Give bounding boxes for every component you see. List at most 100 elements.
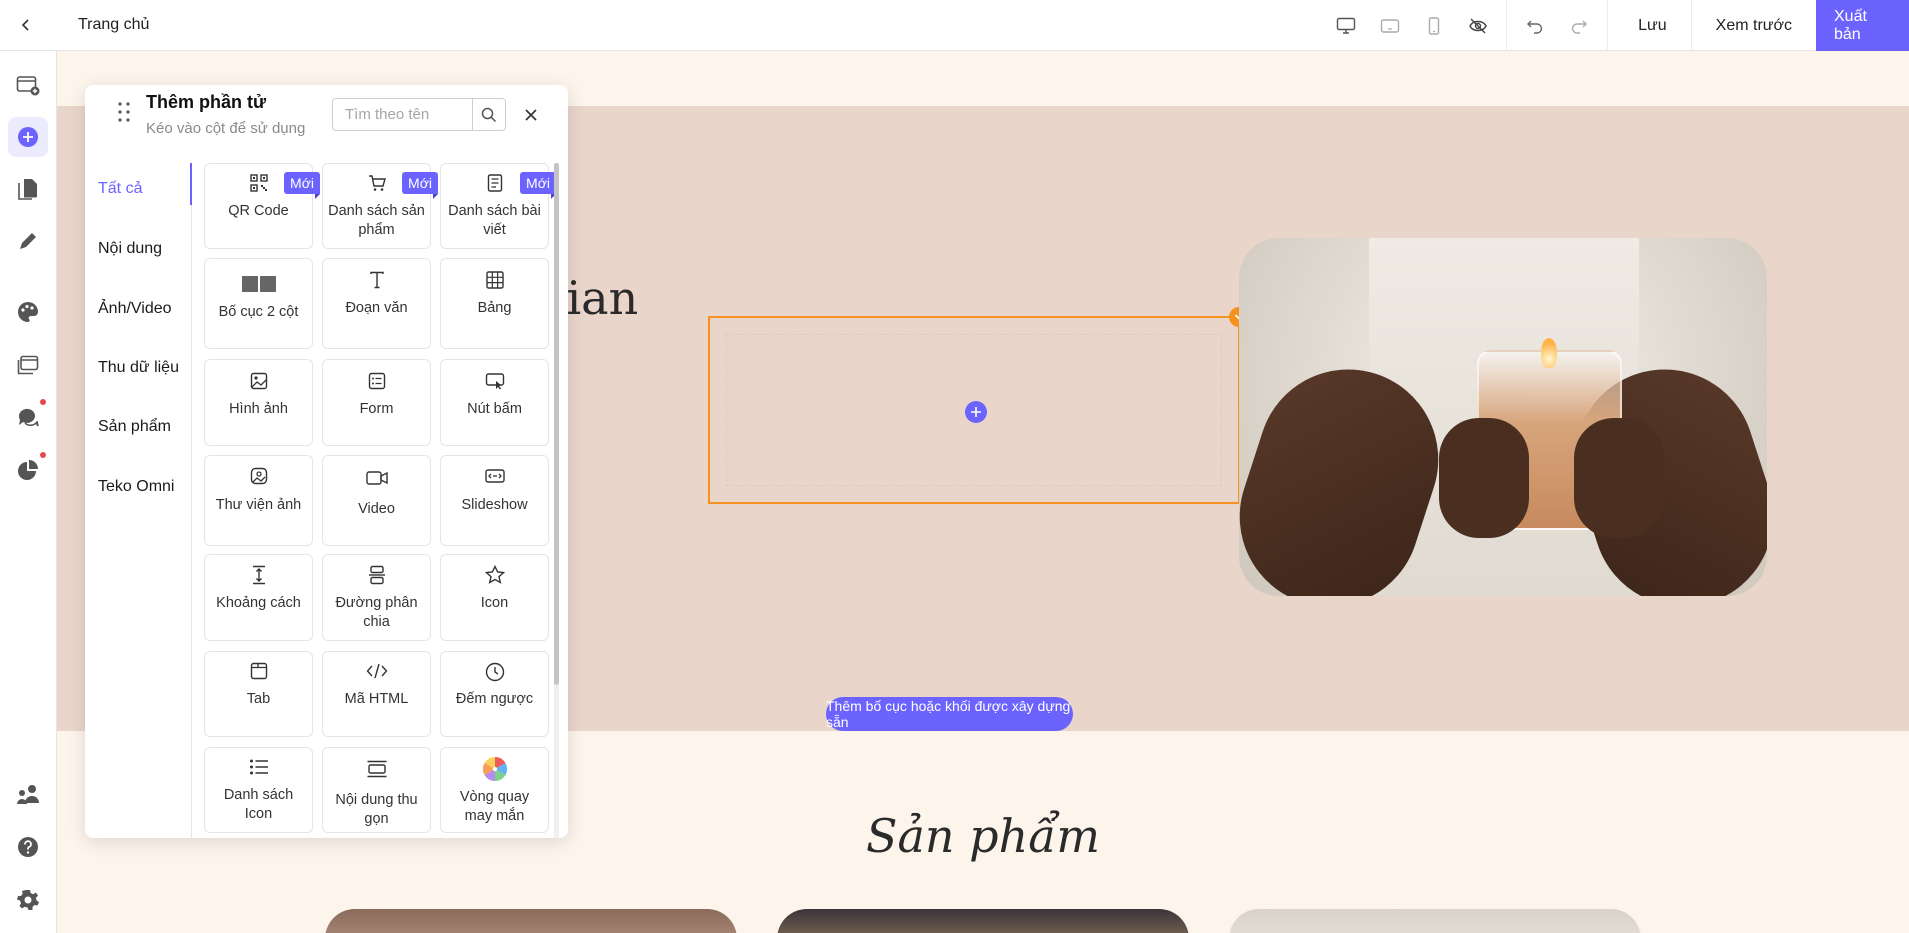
scrollbar-thumb[interactable] — [554, 163, 559, 685]
selected-column[interactable] — [708, 307, 1249, 504]
lucky-wheel-icon — [441, 756, 548, 782]
close-icon — [525, 109, 537, 121]
panel-subtitle: Kéo vào cột để sử dụng — [146, 120, 306, 137]
page-name: Trang chủ — [78, 16, 150, 33]
tab-icon — [205, 662, 312, 680]
new-badge: Mới — [520, 172, 556, 199]
element-label: Danh sách sản phẩm — [328, 203, 425, 238]
element-paragraph[interactable]: Đoạn văn — [322, 258, 431, 349]
element-tab[interactable]: Tab — [204, 651, 313, 737]
element-label: Khoảng cách — [216, 595, 301, 611]
chat-icon — [18, 408, 39, 427]
chat-button[interactable] — [8, 397, 48, 437]
element-label: Thư viện ảnh — [215, 497, 302, 513]
element-divider[interactable]: Đường phân chia — [322, 554, 431, 641]
element-icon[interactable]: Icon — [440, 554, 549, 641]
element-label: Nút bấm — [467, 401, 522, 417]
element-search-input[interactable] — [332, 98, 472, 131]
element-countdown[interactable]: Đếm ngược — [440, 651, 549, 737]
candle-photo[interactable] — [1239, 238, 1767, 596]
element-label: Đường phân chia — [335, 595, 418, 630]
pages-icon — [18, 179, 37, 200]
hide-button[interactable] — [1456, 0, 1500, 51]
category-media[interactable]: Ảnh/Video — [98, 300, 172, 318]
category-products[interactable]: Sản phẩm — [98, 418, 171, 436]
members-button[interactable] — [8, 774, 48, 814]
publish-button[interactable]: Xuất bản — [1816, 0, 1909, 51]
add-element-button[interactable] — [8, 117, 48, 157]
theme-button[interactable] — [8, 292, 48, 332]
spacer-icon — [205, 565, 312, 585]
element-table[interactable]: Bảng — [440, 258, 549, 349]
product-card[interactable] — [777, 909, 1189, 933]
element-grid-scrollbar[interactable] — [554, 163, 559, 838]
element-label: Hình ảnh — [229, 401, 288, 417]
analytics-button[interactable] — [8, 450, 48, 490]
element-gallery[interactable]: Thư viện ảnh — [204, 455, 313, 546]
notification-dot — [40, 399, 46, 405]
search-button[interactable] — [472, 98, 506, 131]
add-section-button[interactable] — [8, 65, 48, 105]
help-icon — [18, 837, 38, 857]
plus-circle-icon — [18, 127, 38, 147]
add-prebuilt-block-button[interactable]: Thêm bố cục hoặc khối được xây dựng sẵn — [826, 697, 1073, 731]
element-label: Danh sách bài viết — [448, 203, 541, 238]
category-content[interactable]: Nội dung — [98, 240, 162, 258]
element-image[interactable]: Hình ảnh — [204, 359, 313, 446]
element-spacer[interactable]: Khoảng cách — [204, 554, 313, 641]
element-post-list[interactable]: Mới Danh sách bài viết — [440, 163, 556, 249]
element-video[interactable]: Video — [322, 455, 431, 546]
product-card[interactable] — [325, 909, 737, 933]
mobile-view-button[interactable] — [1412, 0, 1456, 51]
back-button[interactable] — [0, 0, 51, 51]
drag-handle-icon[interactable] — [117, 100, 131, 124]
add-element-panel: Thêm phần tử Kéo vào cột để sử dụng Tất … — [85, 85, 568, 838]
panel-header: Thêm phần tử Kéo vào cột để sử dụng — [85, 85, 568, 155]
product-card[interactable] — [1229, 909, 1641, 933]
pages-button[interactable] — [8, 169, 48, 209]
element-label: Form — [359, 401, 394, 417]
element-product-list[interactable]: Mới Danh sách sản phẩm — [322, 163, 438, 249]
notification-dot — [40, 452, 46, 458]
redo-button[interactable] — [1557, 0, 1601, 51]
preview-button[interactable]: Xem trước — [1692, 0, 1816, 51]
element-label: Tab — [246, 691, 271, 707]
video-icon — [323, 470, 430, 486]
element-label: Đếm ngược — [455, 691, 534, 707]
element-lucky-wheel[interactable]: Vòng quay may mắn — [440, 747, 549, 833]
element-slideshow[interactable]: Slideshow — [440, 455, 549, 546]
gear-icon — [17, 890, 39, 910]
element-button[interactable]: Nút bấm — [440, 359, 549, 446]
button-icon — [441, 372, 548, 390]
element-form[interactable]: Form — [322, 359, 431, 446]
tablet-view-button[interactable] — [1368, 0, 1412, 51]
text-icon — [323, 271, 430, 289]
layout-button[interactable] — [8, 345, 48, 385]
plus-icon — [971, 407, 981, 417]
close-panel-button[interactable] — [519, 103, 543, 127]
element-collapse[interactable]: Nội dung thu gọn — [322, 747, 431, 833]
desktop-view-button[interactable] — [1324, 0, 1368, 51]
top-bar: Trang chủ Lưu Xem trước Xuất bản — [0, 0, 1909, 51]
element-label: Đoạn văn — [345, 300, 408, 316]
collapse-icon — [323, 760, 430, 778]
element-two-column[interactable]: Bố cục 2 cột — [204, 258, 313, 349]
element-icon-list[interactable]: Danh sách Icon — [204, 747, 313, 833]
element-html[interactable]: Mã HTML — [322, 651, 431, 737]
element-label: Slideshow — [461, 497, 528, 513]
category-all[interactable]: Tất cả — [98, 180, 142, 198]
help-button[interactable] — [8, 827, 48, 867]
undo-button[interactable] — [1513, 0, 1557, 51]
save-button[interactable]: Lưu — [1614, 0, 1691, 51]
edit-button[interactable] — [8, 221, 48, 261]
new-badge: Mới — [402, 172, 438, 199]
category-teko-omni[interactable]: Teko Omni — [98, 478, 174, 496]
new-badge: Mới — [284, 172, 320, 199]
settings-button[interactable] — [8, 880, 48, 920]
element-label: Mã HTML — [344, 691, 409, 707]
add-to-column-button[interactable] — [965, 401, 987, 423]
category-data-collection[interactable]: Thu dữ liệu — [98, 359, 179, 377]
pie-chart-icon — [18, 460, 38, 480]
active-category-indicator — [190, 163, 192, 205]
element-qr-code[interactable]: Mới QR Code — [204, 163, 320, 249]
